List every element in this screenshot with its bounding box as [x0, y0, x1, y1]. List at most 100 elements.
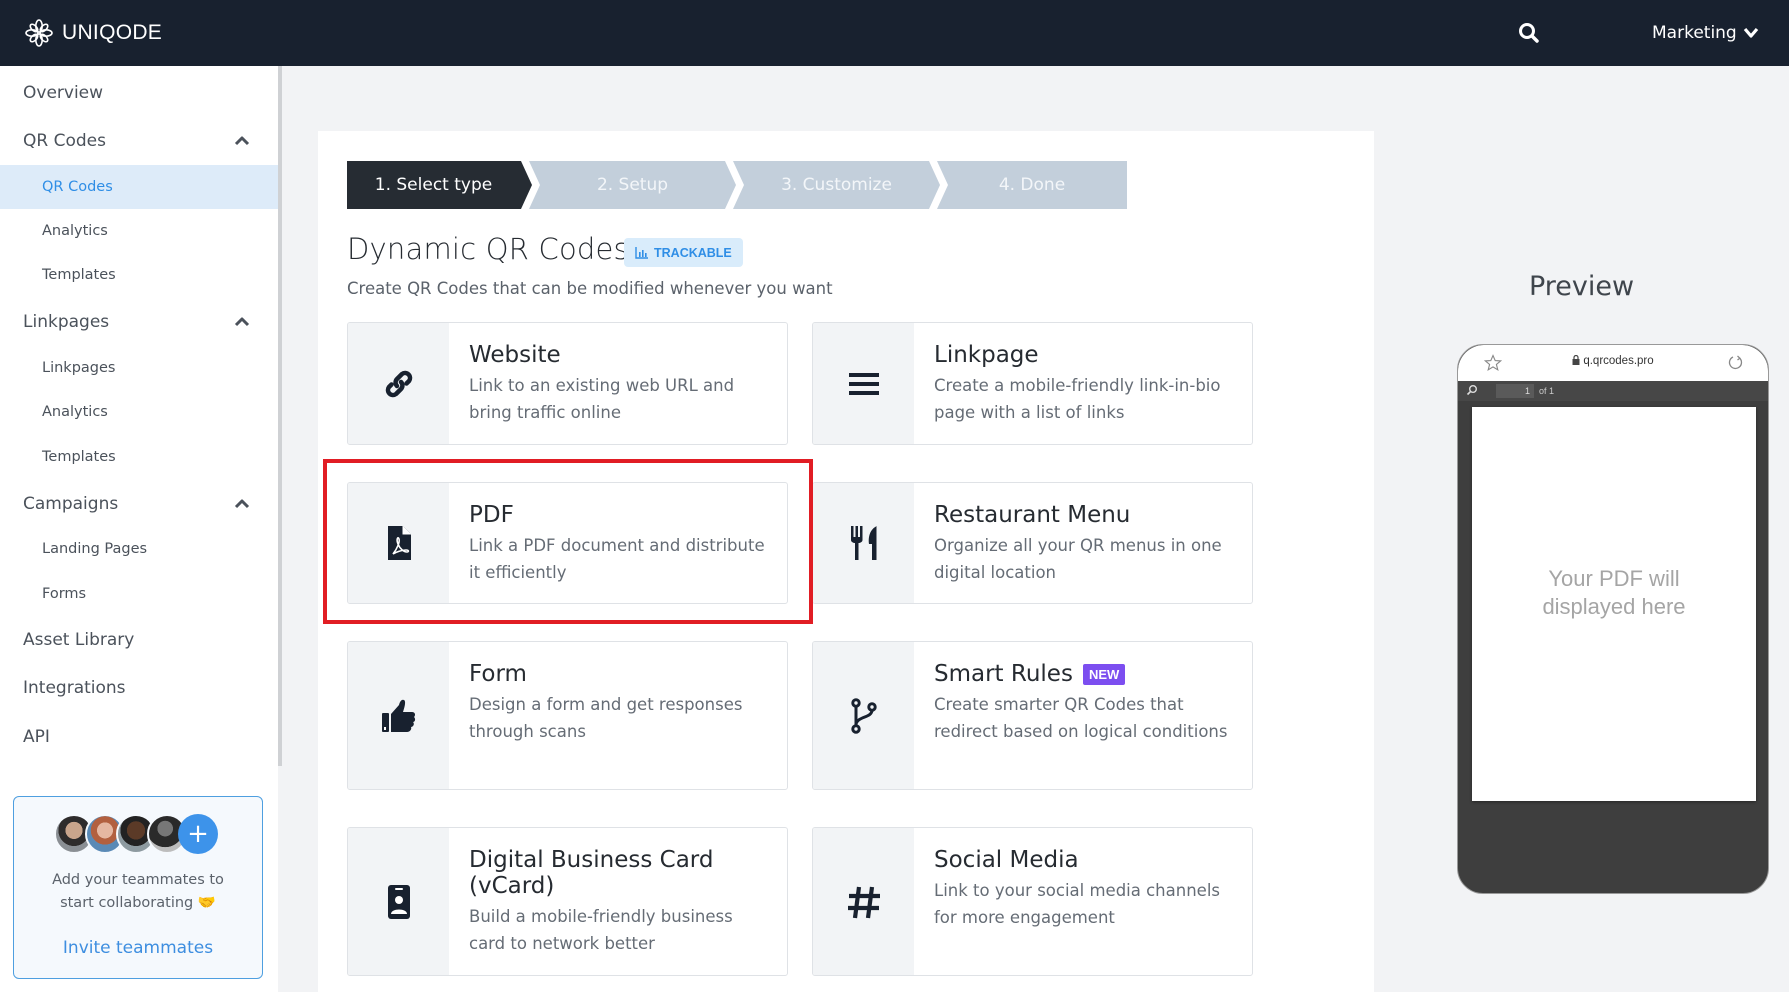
sidebar-item-label: Templates: [42, 267, 116, 283]
workspace-name: Marketing: [1652, 23, 1737, 43]
card-title: Smart Rules NEW: [934, 661, 1234, 687]
hashtag-icon: [847, 886, 880, 918]
sidebar-group-linkpages[interactable]: Linkpages: [0, 302, 278, 342]
page-title: Dynamic QR Codes: [347, 232, 629, 266]
card-description: Create smarter QR Codes that redirect ba…: [934, 695, 1228, 741]
sidebar-item-api[interactable]: API: [0, 717, 278, 757]
step-setup[interactable]: 2. Setup: [529, 161, 736, 209]
sidebar-item-label: Asset Library: [23, 630, 135, 650]
workspace-dropdown[interactable]: Marketing: [1652, 18, 1759, 48]
qr-type-social-media[interactable]: Social Media Link to your social media c…: [812, 827, 1253, 976]
qr-type-pdf[interactable]: PDF Link a PDF document and distribute i…: [347, 482, 788, 604]
qr-type-vcard[interactable]: Digital Business Card (vCard) Build a mo…: [347, 827, 788, 976]
sidebar-item-label: Linkpages: [42, 360, 116, 376]
sidebar-item-landing-pages[interactable]: Landing Pages: [0, 527, 278, 571]
card-title: PDF: [469, 502, 514, 528]
branch-icon: [850, 697, 877, 734]
sidebar-scrollbar[interactable]: [278, 66, 282, 766]
chevron-up-icon[interactable]: [234, 499, 250, 509]
wizard-steps: 1. Select type 2. Setup 3. Customize 4. …: [347, 161, 1127, 209]
utensils-icon: [850, 526, 877, 560]
card-description: Link to your social media channels for m…: [934, 881, 1221, 927]
trackable-badge: TRACKABLE: [624, 238, 743, 267]
pdf-page: Your PDF will displayed here: [1472, 407, 1756, 801]
qr-type-linkpage[interactable]: Linkpage Create a mobile-friendly link-i…: [812, 322, 1253, 445]
qr-type-smart-rules[interactable]: Smart Rules NEW Create smarter QR Codes …: [812, 641, 1253, 790]
browser-url: q.qrcodes.pro: [1458, 354, 1768, 367]
lock-icon: [1572, 354, 1580, 365]
plus-icon: +: [187, 819, 209, 849]
card-description: Organize all your QR menus in one digita…: [934, 536, 1222, 582]
page-subtitle: Create QR Codes that can be modified whe…: [347, 279, 833, 298]
sidebar-item-qr-templates[interactable]: Templates: [0, 253, 278, 297]
invite-teammates-link[interactable]: Invite teammates: [14, 938, 262, 958]
sidebar-item-label: Campaigns: [23, 494, 119, 514]
chevron-up-icon[interactable]: [234, 317, 250, 327]
preview-title: Preview: [1528, 271, 1635, 302]
sidebar-item-label: Linkpages: [23, 312, 110, 332]
sidebar-item-label: Analytics: [42, 404, 108, 420]
pdf-viewer-toolbar: 1 of 1: [1458, 381, 1768, 401]
card-description: Build a mobile-friendly business card to…: [469, 907, 733, 953]
card-description: Link a PDF document and distribute it ef…: [469, 536, 765, 582]
pdf-page-count: of 1: [1539, 386, 1555, 396]
step-select-type[interactable]: 1. Select type: [347, 161, 532, 209]
sidebar-item-forms[interactable]: Forms: [0, 572, 278, 616]
sidebar-item-linkpages-templates[interactable]: Templates: [0, 435, 278, 479]
chevron-down-icon: [1743, 27, 1758, 38]
card-title: Linkpage: [934, 342, 1039, 368]
bar-chart-icon: [635, 246, 648, 259]
reload-icon: [1728, 355, 1743, 370]
sidebar-item-label: API: [23, 727, 50, 747]
brand-name: UNIQODE: [62, 21, 163, 44]
pdf-page-number: 1: [1496, 384, 1534, 398]
brand-logo[interactable]: UNIQODE: [24, 18, 162, 48]
thumbs-up-icon: [381, 699, 415, 732]
menu-lines-icon: [848, 372, 879, 395]
card-title: Digital Business Card (vCard): [469, 847, 714, 899]
search-icon: [1466, 385, 1477, 396]
flower-logo-icon: [25, 19, 53, 47]
step-done[interactable]: 4. Done: [937, 161, 1127, 209]
pdf-file-icon: [387, 526, 411, 560]
teammate-avatars: +: [54, 814, 218, 854]
chevron-up-icon[interactable]: [234, 136, 250, 146]
sidebar-item-qr-codes[interactable]: QR Codes: [0, 165, 278, 209]
sidebar-item-linkpages[interactable]: Linkpages: [0, 346, 278, 390]
sidebar-item-label: QR Codes: [42, 179, 113, 195]
card-description: Design a form and get responses through …: [469, 695, 743, 741]
sidebar-group-campaigns[interactable]: Campaigns: [0, 484, 278, 524]
sidebar-item-integrations[interactable]: Integrations: [0, 668, 278, 708]
pdf-placeholder-text: Your PDF will displayed here: [1542, 566, 1686, 619]
sidebar-item-label: Overview: [23, 83, 104, 103]
card-title: Restaurant Menu: [934, 502, 1131, 528]
phone-preview: q.qrcodes.pro 1 of 1 Your PDF will displ…: [1457, 344, 1769, 894]
search-icon: [1519, 23, 1539, 43]
top-header: UNIQODE Marketing: [0, 0, 1789, 66]
sidebar-item-linkpages-analytics[interactable]: Analytics: [0, 390, 278, 434]
sidebar-item-label: QR Codes: [23, 131, 106, 151]
sidebar-item-asset-library[interactable]: Asset Library: [0, 620, 278, 660]
sidebar-item-label: Forms: [42, 586, 87, 602]
sidebar-item-overview[interactable]: Overview: [0, 73, 278, 113]
card-title: Form: [469, 661, 527, 687]
qr-type-form[interactable]: Form Design a form and get responses thr…: [347, 641, 788, 790]
card-title: Website: [469, 342, 561, 368]
search-button[interactable]: [1516, 20, 1542, 46]
sidebar-item-label: Landing Pages: [42, 541, 148, 557]
sidebar-item-label: Analytics: [42, 223, 108, 239]
sidebar-item-label: Templates: [42, 449, 116, 465]
sidebar-item-qr-analytics[interactable]: Analytics: [0, 209, 278, 253]
sidebar-group-qr-codes[interactable]: QR Codes: [0, 121, 278, 161]
sidebar-item-label: Integrations: [23, 678, 126, 698]
qr-type-website[interactable]: Website Link to an existing web URL and …: [347, 322, 788, 445]
browser-bar: q.qrcodes.pro: [1458, 345, 1768, 381]
qr-type-restaurant-menu[interactable]: Restaurant Menu Organize all your QR men…: [812, 482, 1253, 604]
new-badge: NEW: [1082, 663, 1126, 685]
card-description: Link to an existing web URL and bring tr…: [469, 376, 735, 422]
card-title: Social Media: [934, 847, 1079, 873]
step-customize[interactable]: 3. Customize: [733, 161, 940, 209]
id-badge-icon: [387, 884, 410, 919]
link-icon: [385, 370, 412, 397]
add-teammate-button[interactable]: +: [178, 814, 218, 854]
